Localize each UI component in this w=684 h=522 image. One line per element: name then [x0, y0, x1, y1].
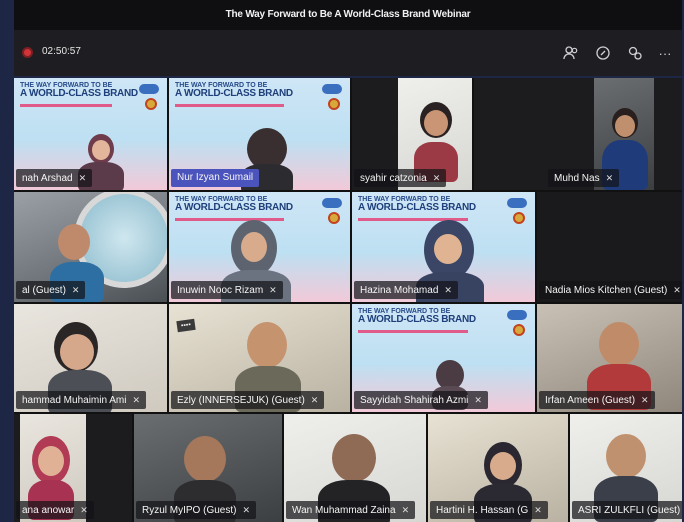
participant-name: ana anowar ✕ [16, 501, 94, 519]
participant-name: al (Guest) ✕ [16, 281, 86, 299]
sponsor-logo [507, 198, 527, 208]
participant-tile[interactable]: THE WAY FORWARD TO BE A WORLD-CLASS BRAND… [352, 304, 535, 412]
participant-tile[interactable]: ▪▪▪▪ Ezly (INNERSEJUK) (Guest) ✕ [169, 304, 350, 412]
mic-off-icon: ✕ [641, 395, 649, 405]
video-grid: THE WAY FORWARD TO BE A WORLD-CLASS BRAND… [14, 78, 682, 522]
mic-off-icon: ✕ [78, 173, 87, 183]
mic-off-icon: ✕ [269, 285, 277, 295]
participant-name: nah Arshad ✕ [16, 169, 93, 187]
mic-off-icon: ✕ [474, 395, 482, 405]
people-icon[interactable] [560, 42, 582, 64]
chat-icon[interactable] [592, 42, 614, 64]
participant-name: hammad Muhaimin Ami ✕ [16, 391, 147, 409]
crest-logo [513, 212, 525, 224]
crest-logo [145, 98, 157, 110]
slide-stripe [175, 218, 284, 221]
window-title: The Way Forward to Be A World-Class Bran… [225, 9, 471, 20]
participant-tile[interactable]: Muhd Nas ✕ [474, 78, 682, 190]
participant-name: Sayyidah Shahirah Azmi ✕ [354, 391, 488, 409]
mic-off-icon: ✕ [673, 285, 681, 295]
sponsor-logo [322, 198, 342, 208]
wall-sign: ▪▪▪▪ [176, 318, 196, 333]
crest-logo [328, 98, 340, 110]
crest-logo [328, 212, 340, 224]
participant-tile[interactable]: ana anowar ✕ [14, 414, 132, 522]
meeting-toolbar: 02:50:57 ··· [14, 30, 682, 76]
slide-stripe [20, 104, 112, 107]
participant-tile[interactable]: THE WAY FORWARD TO BE A WORLD-CLASS BRAND… [14, 78, 167, 190]
sponsor-logo [139, 84, 159, 94]
participant-tile[interactable]: Irfan Ameen (Guest) ✕ [537, 304, 682, 412]
meeting-window: The Way Forward to Be A World-Class Bran… [0, 0, 684, 522]
mic-off-icon: ✕ [534, 505, 542, 515]
slide-heading: THE WAY FORWARD TO BE A WORLD-CLASS BRAND [358, 308, 476, 325]
participant-tile[interactable]: THE WAY FORWARD TO BE A WORLD-CLASS BRAND… [352, 192, 535, 302]
participant-name: Inuwin Nooc Rizam ✕ [171, 281, 283, 299]
participant-tile[interactable]: al (Guest) ✕ [14, 192, 167, 302]
participant-tile[interactable]: Hartini H. Hassan (G ✕ [428, 414, 568, 522]
mic-off-icon: ✕ [242, 505, 251, 515]
more-icon[interactable]: ··· [654, 42, 676, 64]
participant-name: Muhd Nas ✕ [548, 169, 620, 187]
mic-off-icon: ✕ [605, 173, 614, 183]
slide-stripe [175, 104, 284, 107]
mic-off-icon: ✕ [444, 285, 452, 295]
participant-tile[interactable]: THE WAY FORWARD TO BE A WORLD-CLASS BRAND… [169, 192, 350, 302]
participant-tile[interactable]: Wan Muhammad Zaina ✕ [284, 414, 426, 522]
mic-off-icon: ✕ [401, 505, 410, 515]
participant-name: Hartini H. Hassan (G ✕ [430, 501, 548, 519]
participant-tile[interactable]: Ryzul MyIPO (Guest) ✕ [134, 414, 282, 522]
participant-name: Ezly (INNERSEJUK) (Guest) ✕ [171, 391, 325, 409]
participant-tile[interactable]: Nadia Mios Kitchen (Guest) ✕ [537, 192, 682, 302]
mic-off-icon: ✕ [80, 505, 88, 515]
raise-hand-icon[interactable] [624, 42, 646, 64]
slide-heading: THE WAY FORWARD TO BE A WORLD-CLASS BRAND [20, 82, 138, 99]
participant-name: ASRI ZULKFLI (Guest)✕ [572, 501, 682, 519]
mic-off-icon: ✕ [432, 173, 441, 183]
participant-name: syahir catzonia ✕ [354, 169, 447, 187]
mic-off-icon: ✕ [310, 395, 319, 405]
mic-off-icon: ✕ [132, 395, 141, 405]
participant-tile[interactable]: ASRI ZULKFLI (Guest)✕ [570, 414, 682, 522]
slide-stripe [358, 330, 468, 333]
recording-icon [22, 47, 33, 58]
sponsor-logo [322, 84, 342, 94]
participant-name: Nur Izyan Sumail [171, 169, 260, 187]
participant-name: Irfan Ameen (Guest) ✕ [539, 391, 655, 409]
participant-tile[interactable]: THE WAY FORWARD TO BE A WORLD-CLASS BRAND… [169, 78, 350, 190]
participant-name: Wan Muhammad Zaina ✕ [286, 501, 416, 519]
recording-timer: 02:50:57 [42, 46, 81, 57]
participant-tile[interactable]: hammad Muhaimin Ami ✕ [14, 304, 167, 412]
mic-off-icon: ✕ [71, 285, 80, 295]
slide-heading: THE WAY FORWARD TO BE A WORLD-CLASS BRAND [175, 196, 293, 213]
slide-heading: THE WAY FORWARD TO BE A WORLD-CLASS BRAND [175, 82, 293, 99]
participant-name: Nadia Mios Kitchen (Guest) ✕ [539, 281, 682, 299]
title-bar: The Way Forward to Be A World-Class Bran… [14, 0, 682, 30]
slide-heading: THE WAY FORWARD TO BE A WORLD-CLASS BRAND [358, 196, 476, 213]
participant-tile[interactable]: syahir catzonia ✕ [352, 78, 472, 190]
participant-name: Ryzul MyIPO (Guest) ✕ [136, 501, 257, 519]
sponsor-logo [507, 310, 527, 320]
participant-name: Hazina Mohamad ✕ [354, 281, 458, 299]
crest-logo [513, 324, 525, 336]
